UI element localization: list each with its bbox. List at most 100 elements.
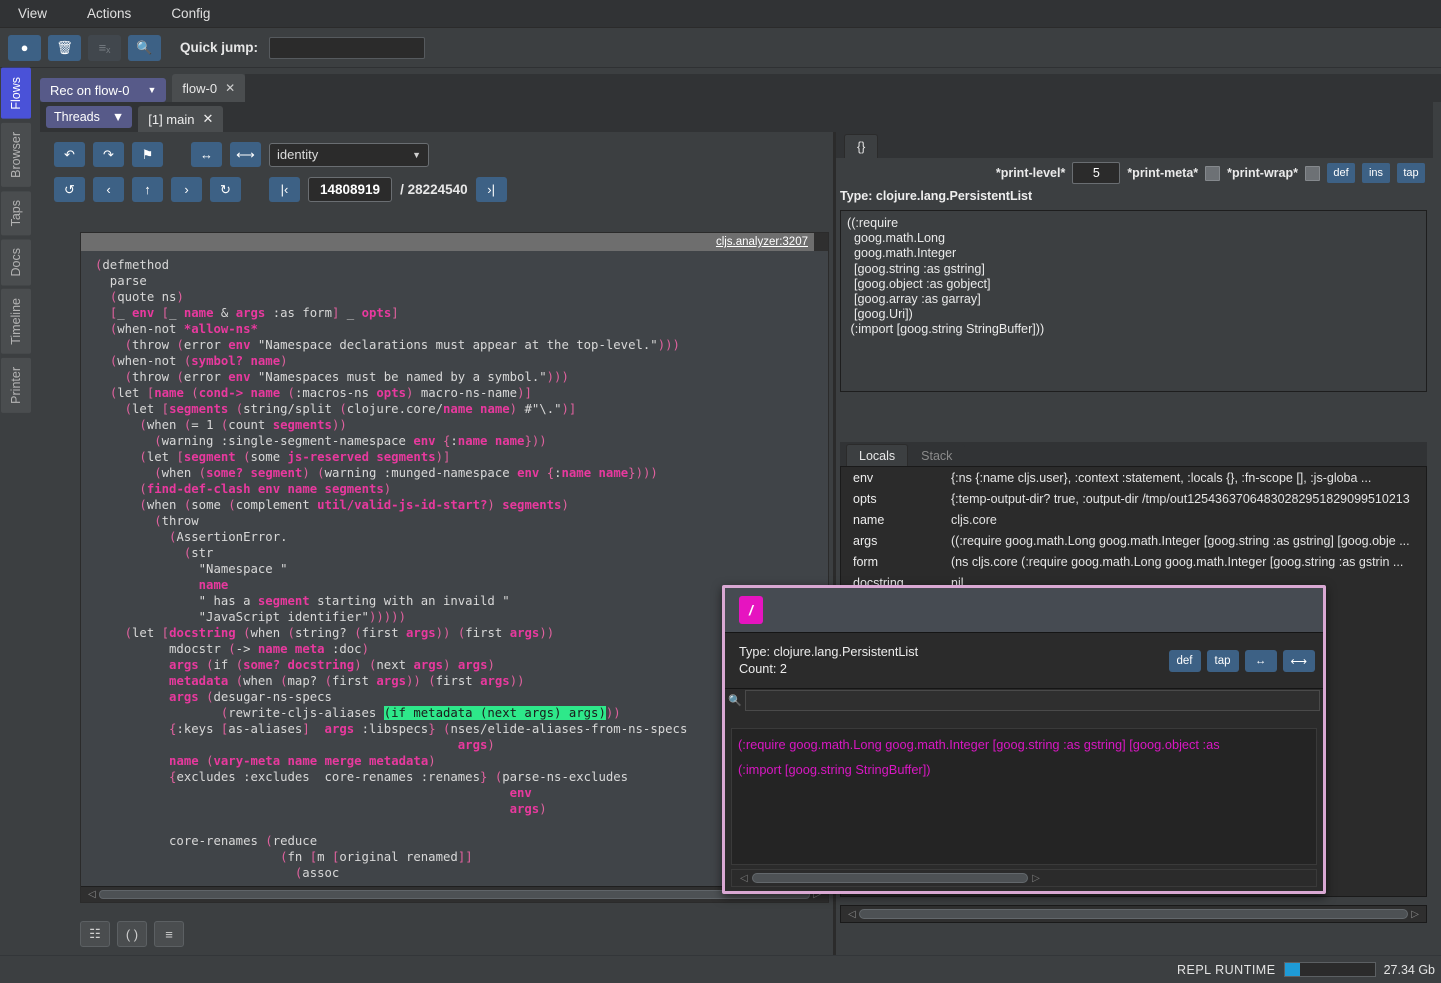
menu-item-view[interactable]: View	[14, 4, 51, 23]
code-text[interactable]: (defmethod parse (quote ns) [_ env [_ na…	[81, 251, 828, 886]
tree-view-button[interactable]: ☷	[80, 921, 110, 947]
rec-on-flow-dropdown[interactable]: Rec on flow-0 ▼	[40, 78, 167, 102]
bookmark-button[interactable]: ⚑	[132, 142, 163, 167]
code-pane: ↶ ↷ ⚑ ↔ ⟷ identity ▼ ↺ ‹ ↑ › ↻ |‹ 148089…	[40, 132, 833, 955]
list-view-button[interactable]: ≡	[154, 921, 184, 947]
table-row[interactable]: name cljs.core	[841, 509, 1426, 530]
inspector-horizontal-scrollbar[interactable]: ◁ ▷	[840, 905, 1427, 923]
undo-button[interactable]: ↶	[54, 142, 85, 167]
popup-meta-row: Type: clojure.lang.PersistentList Count:…	[725, 632, 1323, 688]
table-row[interactable]: env {:ns {:name cljs.user}, :context :sta…	[841, 467, 1426, 488]
scroll-right-icon[interactable]: ▷	[1028, 873, 1044, 884]
tab-stack[interactable]: Stack	[908, 444, 966, 466]
inspector-value-text[interactable]: ((:require goog.math.Long goog.math.Inte…	[840, 210, 1427, 392]
sidebar-item-taps[interactable]: Taps	[1, 190, 31, 235]
popup-type-line: Type: clojure.lang.PersistentList	[739, 644, 919, 659]
local-value[interactable]: ((:require goog.math.Long goog.math.Inte…	[951, 534, 1410, 548]
first-step-icon: |‹	[280, 182, 289, 197]
bookmark-icon: ⚑	[141, 146, 154, 162]
print-meta-checkbox[interactable]	[1205, 165, 1221, 181]
local-name: env	[853, 470, 874, 485]
scroll-right-icon[interactable]: ▷	[1408, 909, 1422, 920]
sidebar-item-timeline[interactable]: Timeline	[1, 289, 31, 355]
clear-list-button[interactable]: ≡ₓ	[88, 34, 121, 61]
local-value[interactable]: {:temp-output-dir? true, :output-dir /tm…	[951, 492, 1410, 506]
step-out-back-button[interactable]: ↺	[54, 177, 85, 202]
jump-next-button[interactable]: ⟷	[230, 142, 261, 167]
popup-tap-button[interactable]: tap	[1206, 649, 1239, 672]
step-over-button[interactable]: ↻	[210, 177, 241, 202]
step-out-button[interactable]: ↑	[132, 177, 163, 202]
tab-flow-0[interactable]: flow-0 ✕	[172, 74, 246, 102]
step-prev-icon: ‹	[106, 182, 111, 197]
scroll-left-icon[interactable]: ◁	[845, 909, 859, 920]
code-vertical-scrollbar[interactable]	[814, 233, 828, 251]
jump-prev-icon: ↔	[200, 147, 213, 162]
local-value[interactable]: {:ns {:name cljs.user}, :context :statem…	[951, 471, 1371, 485]
popup-value-text[interactable]: (:require goog.math.Long goog.math.Integ…	[731, 728, 1317, 865]
search-icon: 🔍	[136, 39, 153, 55]
trash-icon: 🗑	[56, 39, 73, 55]
close-icon[interactable]: ✕	[202, 111, 213, 127]
scrollbar-thumb[interactable]	[98, 890, 811, 899]
table-row[interactable]: form (ns cljs.core (:require goog.math.Lo…	[841, 551, 1426, 572]
chevron-down-icon: ▼	[147, 85, 157, 95]
popup-prev-value-button[interactable]: ↔	[1244, 649, 1277, 672]
tab-flow-0-label: flow-0	[182, 80, 218, 96]
last-step-button[interactable]: ›|	[475, 177, 507, 202]
jump-prev-button[interactable]: ↔	[191, 142, 222, 167]
print-level-input[interactable]: 5	[1072, 162, 1121, 184]
step-next-button[interactable]: ›	[171, 177, 202, 202]
menu-item-config[interactable]: Config	[167, 4, 214, 23]
current-step-field[interactable]: 14808919	[308, 177, 393, 202]
redo-button[interactable]: ↷	[93, 142, 124, 167]
search-button[interactable]: 🔍	[128, 34, 161, 61]
source-link[interactable]: cljs.analyzer:3207	[716, 236, 808, 248]
local-value[interactable]: cljs.core	[951, 513, 997, 527]
quick-jump-input[interactable]	[269, 36, 426, 59]
tab-value-inspector[interactable]: {}	[844, 134, 879, 158]
scrollbar-thumb[interactable]	[858, 909, 1409, 919]
flow-tab-bar: Rec on flow-0 ▼ flow-0 ✕	[32, 68, 1441, 102]
popup-def-button[interactable]: def	[1168, 649, 1201, 672]
ins-button[interactable]: ins	[1362, 163, 1390, 183]
sidebar-item-printer[interactable]: Printer	[1, 358, 31, 413]
step-prev-button[interactable]: ‹	[93, 177, 124, 202]
parens-view-button[interactable]: ( )	[117, 921, 147, 947]
popup-horizontal-scrollbar[interactable]: ◁ ▷	[731, 869, 1317, 887]
popup-search-input[interactable]	[745, 689, 1320, 711]
scrollbar-thumb[interactable]	[751, 873, 1029, 883]
sidebar-item-flows[interactable]: Flows	[1, 68, 31, 119]
code-view-mode-tools: ☷ ( ) ≡	[80, 921, 184, 947]
code-horizontal-scrollbar[interactable]: ◁ ▷	[81, 886, 828, 902]
tab-thread-main[interactable]: [1] main ✕	[138, 106, 224, 132]
threads-dropdown[interactable]: Threads ▼	[46, 106, 133, 128]
menu-item-actions[interactable]: Actions	[83, 4, 135, 23]
record-button[interactable]: ●	[8, 34, 41, 61]
total-steps-label: / 28224540	[400, 182, 468, 197]
popup-next-value-button[interactable]: ⟷	[1282, 649, 1315, 672]
sidebar-item-browser[interactable]: Browser	[1, 122, 31, 187]
table-row[interactable]: opts {:temp-output-dir? true, :output-dir…	[841, 488, 1426, 509]
local-name: args	[853, 533, 878, 548]
local-value[interactable]: (ns cljs.core (:require goog.math.Long g…	[951, 555, 1403, 569]
tab-locals[interactable]: Locals	[846, 444, 909, 466]
value-popup-window[interactable]: / Type: clojure.lang.PersistentList Coun…	[722, 585, 1326, 894]
scroll-left-icon[interactable]: ◁	[736, 873, 752, 884]
printer-select[interactable]: identity ▼	[269, 142, 429, 167]
table-row[interactable]: args ((:require goog.math.Long goog.math.…	[841, 530, 1426, 551]
tap-button[interactable]: tap	[1397, 163, 1425, 183]
popup-buttons: def tap ↔ ⟷	[1168, 649, 1315, 672]
close-icon[interactable]: ✕	[225, 81, 235, 95]
scroll-left-icon[interactable]: ◁	[85, 889, 99, 900]
clear-recordings-button[interactable]: 🗑	[48, 34, 81, 61]
print-level-label: *print-level*	[995, 166, 1066, 180]
print-wrap-checkbox[interactable]	[1305, 165, 1320, 181]
memory-meter[interactable]	[1283, 962, 1376, 977]
def-button[interactable]: def	[1327, 163, 1355, 183]
sidebar-item-docs[interactable]: Docs	[1, 238, 31, 286]
popup-root-path-button[interactable]: /	[739, 596, 763, 624]
parens-view-icon: ( )	[125, 926, 139, 942]
first-step-button[interactable]: |‹	[269, 177, 300, 202]
record-circle-icon: ●	[20, 40, 29, 55]
